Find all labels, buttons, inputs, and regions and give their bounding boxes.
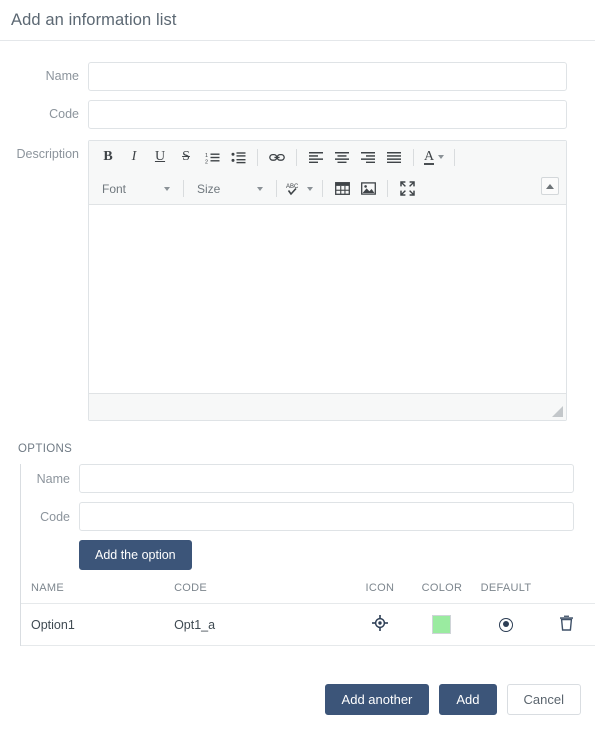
unordered-list-icon[interactable]: [225, 145, 251, 169]
cell-option-color: [409, 603, 474, 646]
name-label: Name: [45, 69, 79, 83]
spellcheck-icon[interactable]: ABC: [283, 181, 316, 196]
column-header-code: CODE: [174, 582, 350, 604]
column-header-actions: [538, 582, 595, 604]
options-section-title: OPTIONS: [18, 443, 73, 455]
editor-toolbar-row-2: Font Size ABC: [89, 173, 566, 204]
svg-text:ABC: ABC: [286, 184, 299, 190]
add-the-option-button[interactable]: Add the option: [79, 540, 192, 570]
editor-toolbar: B I U S 1 2 A Font Size ABC: [89, 141, 566, 205]
align-right-icon[interactable]: [355, 145, 381, 169]
column-header-color: COLOR: [409, 582, 474, 604]
rich-text-editor: B I U S 1 2 A Font Size ABC: [88, 140, 567, 421]
option-name-label: Name: [36, 471, 70, 486]
crosshair-icon[interactable]: [371, 615, 388, 634]
toolbar-divider: [387, 180, 388, 197]
fullscreen-icon[interactable]: [394, 177, 420, 201]
editor-footer: [89, 393, 566, 420]
table-header-row: NAME CODE ICON COLOR DEFAULT: [21, 582, 595, 604]
bold-icon[interactable]: B: [95, 145, 121, 169]
font-color-letter: A: [424, 148, 435, 165]
cell-option-name: Option1: [21, 603, 175, 646]
cell-option-delete: [538, 603, 595, 646]
align-left-icon[interactable]: [303, 145, 329, 169]
font-color-icon[interactable]: A: [420, 145, 448, 169]
name-input[interactable]: [88, 62, 567, 91]
editor-content-area[interactable]: [89, 205, 566, 393]
font-family-dropdown[interactable]: Font: [95, 177, 177, 201]
description-label: Description: [16, 147, 79, 161]
add-another-button[interactable]: Add another: [324, 684, 430, 715]
form-row-name: Name: [0, 62, 595, 91]
column-header-default: DEFAULT: [473, 582, 539, 604]
toolbar-divider: [413, 148, 414, 166]
options-table: NAME CODE ICON COLOR DEFAULT Option1 Opt…: [21, 582, 595, 646]
option-code-input[interactable]: [79, 502, 574, 531]
color-swatch[interactable]: [432, 615, 452, 634]
svg-text:1: 1: [205, 153, 208, 159]
column-header-icon: ICON: [349, 582, 410, 604]
align-justify-icon[interactable]: [381, 145, 407, 169]
trash-icon[interactable]: [559, 615, 574, 634]
collapse-toolbar-button[interactable]: [541, 177, 559, 195]
resize-handle[interactable]: [552, 406, 563, 417]
options-group: Name Code Add the option NAME CODE ICON …: [20, 464, 595, 646]
toolbar-divider: [183, 180, 184, 197]
svg-text:2: 2: [205, 159, 208, 164]
option-name-input[interactable]: [79, 464, 574, 493]
chevron-up-icon: [546, 183, 554, 189]
option-row-code: Code: [21, 502, 595, 531]
toolbar-divider: [454, 148, 456, 166]
link-icon[interactable]: [264, 145, 290, 169]
ordered-list-icon[interactable]: 1 2: [199, 145, 225, 169]
font-size-value: Size: [197, 181, 221, 196]
image-icon[interactable]: [355, 177, 381, 201]
chevron-down-icon: [438, 155, 445, 159]
chevron-down-icon: [257, 186, 263, 191]
option-row-name: Name: [21, 464, 595, 493]
option-code-label: Code: [40, 509, 70, 524]
chevron-down-icon: [307, 186, 313, 191]
column-header-name: NAME: [21, 582, 175, 604]
add-button[interactable]: Add: [439, 684, 497, 715]
cancel-button[interactable]: Cancel: [506, 684, 581, 715]
font-size-dropdown[interactable]: Size: [190, 177, 270, 201]
italic-icon[interactable]: I: [121, 145, 147, 169]
code-label: Code: [49, 107, 79, 121]
code-input[interactable]: [88, 100, 567, 129]
cell-option-code: Opt1_a: [174, 603, 350, 646]
cell-option-default: [473, 603, 539, 646]
toolbar-divider: [276, 180, 277, 197]
add-information-list-modal: Add an information list Name Code Descri…: [0, 0, 595, 729]
modal-header: Add an information list: [0, 0, 595, 41]
page-title: Add an information list: [11, 10, 177, 29]
form-row-description: Description B I U S 1 2 A Font Size ABC: [0, 140, 595, 421]
strikethrough-icon[interactable]: S: [173, 145, 199, 169]
font-family-value: Font: [102, 181, 127, 196]
table-row: Option1 Opt1_a: [21, 603, 595, 646]
editor-toolbar-row-1: B I U S 1 2 A: [89, 141, 566, 173]
default-radio[interactable]: [499, 617, 514, 632]
toolbar-divider: [257, 148, 258, 166]
cell-option-icon: [349, 603, 410, 646]
align-center-icon[interactable]: [329, 145, 355, 169]
chevron-down-icon: [164, 186, 170, 191]
form-row-code: Code: [0, 100, 595, 129]
modal-footer: Add another Add Cancel: [324, 684, 581, 715]
underline-icon[interactable]: U: [147, 145, 173, 169]
table-icon[interactable]: [329, 177, 355, 201]
toolbar-divider: [322, 180, 323, 197]
toolbar-divider: [296, 148, 297, 166]
add-option-wrap: Add the option: [21, 540, 595, 570]
